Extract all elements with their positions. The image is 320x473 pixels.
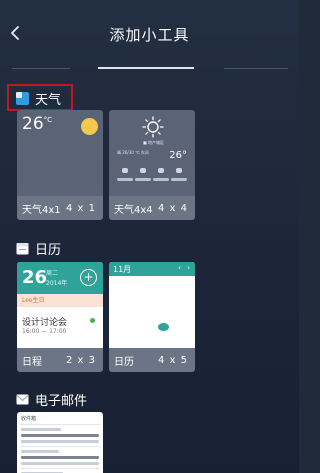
widget-size: 4 x 1 bbox=[66, 202, 96, 214]
month-nav-icons: ‹ › bbox=[178, 264, 192, 272]
widget-weather-4x4[interactable]: ■ 地产城区 晴 26/30 ℃ 东风 26° 天气4x4 4 x 4 bbox=[109, 110, 195, 220]
widget-size: 2 x 3 bbox=[66, 354, 96, 366]
widget-email-inbox[interactable]: 收件箱 bbox=[17, 412, 103, 473]
schedule-tag: Lee生日 bbox=[17, 294, 103, 307]
widget-name: 天气4x1 bbox=[22, 204, 61, 216]
email-line bbox=[21, 456, 99, 459]
email-line bbox=[21, 434, 99, 437]
inbox-title: 收件箱 bbox=[21, 416, 37, 422]
tab-indicator-left bbox=[12, 68, 70, 69]
widget-footer: 日程 2 x 3 bbox=[17, 348, 103, 372]
widget-footer: 天气4x4 4 x 4 bbox=[109, 196, 195, 220]
email-app-icon bbox=[16, 394, 29, 404]
schedule-header: 26 周二 2014年 + bbox=[17, 262, 103, 294]
section-email-label: 电子邮件 bbox=[35, 393, 88, 409]
widget-name: 天气4x4 bbox=[114, 204, 153, 216]
section-weather-label: 天气 bbox=[35, 92, 62, 108]
schedule-year: 2014年 bbox=[46, 280, 68, 287]
section-email-header: 电子邮件 bbox=[16, 389, 87, 409]
schedule-weekday: 周二 bbox=[46, 270, 59, 277]
widget-calendar-4x5[interactable]: 11月 ‹ › 日历 4 x 5 bbox=[109, 262, 195, 372]
widget-footer: 天气4x1 4 x 1 bbox=[17, 196, 103, 220]
add-event-icon: + bbox=[80, 269, 97, 286]
schedule-event-title: 设计讨论会 bbox=[22, 318, 68, 328]
weather-app-icon bbox=[16, 91, 29, 105]
widget-size: 4 x 5 bbox=[158, 354, 188, 366]
email-line bbox=[21, 462, 99, 465]
month-grid bbox=[112, 279, 192, 342]
widget-preview: 11月 ‹ › bbox=[109, 262, 195, 348]
widget-weather-4x1[interactable]: 26°C 天气4x1 4 x 1 bbox=[17, 110, 103, 220]
widget-preview: 收件箱 bbox=[17, 412, 103, 473]
section-weather-header: 天气 bbox=[16, 88, 61, 108]
header: 添加小工具 bbox=[0, 0, 299, 69]
month-header: 11月 ‹ › bbox=[109, 262, 195, 276]
email-line bbox=[21, 428, 61, 431]
widget-size: 4 x 4 bbox=[158, 202, 188, 214]
widget-preview: 26 周二 2014年 + Lee生日 设计讨论会 16:00 — 17:00 bbox=[17, 262, 103, 348]
weather-condition: 晴 26/30 ℃ 东风 bbox=[117, 150, 149, 155]
weather-moon-icon bbox=[81, 118, 98, 135]
widget-picker-screen: 添加小工具 天气 26°C 天气4x1 4 x 1 ■ 地产城区 晴 26/30… bbox=[0, 0, 299, 473]
divider bbox=[20, 424, 100, 425]
weather-city: ■ 地产城区 bbox=[143, 140, 165, 145]
widget-preview: ■ 地产城区 晴 26/30 ℃ 东风 26° bbox=[109, 110, 195, 196]
page-title: 添加小工具 bbox=[109, 26, 190, 44]
email-line bbox=[21, 440, 99, 443]
schedule-event-time: 16:00 — 17:00 bbox=[22, 328, 67, 335]
widget-schedule-2x3[interactable]: 26 周二 2014年 + Lee生日 设计讨论会 16:00 — 17:00 … bbox=[17, 262, 103, 372]
section-calendar-header: 日历 bbox=[16, 238, 61, 258]
widget-preview: 26°C bbox=[17, 110, 103, 196]
email-line bbox=[21, 450, 59, 453]
sun-icon bbox=[142, 116, 164, 138]
forecast-row bbox=[117, 178, 187, 181]
divider bbox=[20, 468, 100, 469]
tab-indicator-right bbox=[224, 68, 288, 69]
section-calendar-label: 日历 bbox=[35, 242, 62, 258]
calendar-app-icon bbox=[16, 242, 29, 254]
divider bbox=[20, 446, 100, 447]
widget-name: 日程 bbox=[22, 356, 42, 368]
widget-name: 日历 bbox=[114, 356, 134, 368]
event-status-dot bbox=[90, 318, 95, 323]
widget-footer: 日历 4 x 5 bbox=[109, 348, 195, 372]
schedule-day: 26 bbox=[22, 267, 48, 288]
month-label: 11月 bbox=[113, 265, 132, 274]
weather-temp: 26° bbox=[169, 150, 187, 161]
tab-indicator-active bbox=[98, 67, 194, 69]
forecast-icons-row bbox=[117, 168, 187, 174]
weather-temp: 26°C bbox=[22, 114, 53, 134]
